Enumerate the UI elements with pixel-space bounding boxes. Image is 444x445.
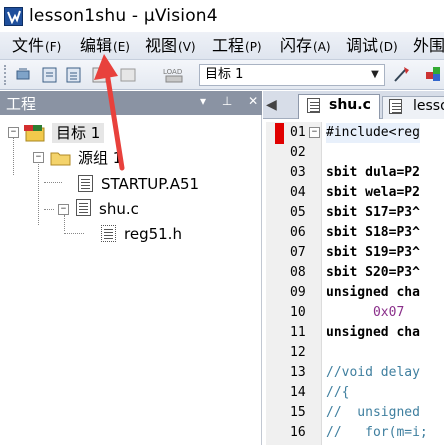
code-line: sbit S18=P3^ [326,225,420,240]
menu-debug[interactable]: 调试(D) [346,35,398,57]
line-number: 11 [290,325,306,340]
line-number: 03 [290,165,306,180]
project-panel-title: 工程 [6,95,37,113]
svg-text:LOAD: LOAD [163,68,182,76]
rebuild-icon[interactable] [64,65,84,85]
project-tree: − 目标 1 − 源组 1 STARTUP.A51 − shu.c reg51.… [0,115,262,445]
code-line: sbit S20=P3^ [326,265,420,280]
asm-file-icon [78,175,93,192]
collapse-toggle-shu[interactable]: − [58,204,69,215]
menu-file[interactable]: 文件(F) [12,35,61,57]
code-line: //void delay [326,365,420,380]
code-line: sbit S19=P3^ [326,245,420,260]
target-options-icon[interactable] [392,64,412,84]
target-label: 目标 1 [205,67,244,82]
code-line: unsigned cha [326,285,420,300]
current-line-marker [275,123,284,144]
line-number: 05 [290,205,306,220]
line-number: 08 [290,265,306,280]
code-line: // unsigned [326,405,420,420]
line-number: 14 [290,385,306,400]
tab-label: lesso [413,98,444,114]
code-line: //{ [326,385,350,400]
tree-item-reg51[interactable]: reg51.h [124,224,182,244]
batch-build-icon[interactable] [90,65,110,85]
load-icon[interactable]: LOAD [160,65,190,85]
build-icon[interactable] [40,65,60,85]
collapse-toggle-group[interactable]: − [33,152,44,163]
line-number: 12 [290,345,306,360]
collapse-toggle-target[interactable]: − [8,127,19,138]
target-icon [24,125,45,142]
code-line: 0x07 [326,305,405,320]
menu-flash[interactable]: 闪存(A) [280,35,331,57]
panel-controls[interactable]: ▾ ⊥ ✕ [200,94,264,108]
menu-peripherals[interactable]: 外围 [413,35,444,57]
code-line: sbit dula=P2 [326,165,420,180]
tab-lesson[interactable]: lesso [382,96,444,119]
line-number: 13 [290,365,306,380]
tab-scroll-icon[interactable]: ◀ [266,97,277,113]
tab-shu-c[interactable]: shu.c [298,94,380,119]
menu-edit[interactable]: 编辑(E) [80,35,130,57]
menu-project[interactable]: 工程(P) [212,35,262,57]
line-number: 01 [290,125,306,140]
toolbar-grip[interactable] [4,65,8,85]
line-number: 16 [290,425,306,440]
window-title: lesson1shu - µVision4 [29,6,218,26]
c-file-icon [307,98,320,113]
translate-icon[interactable] [14,65,34,85]
tree-item-target[interactable]: 目标 1 [52,123,105,143]
tree-item-shu-c[interactable]: shu.c [99,199,139,219]
stop-build-icon[interactable] [118,65,138,85]
line-number: 15 [290,405,306,420]
uvision-app-icon[interactable] [4,7,23,26]
code-line: #include<reg [326,123,420,143]
line-number: 06 [290,225,306,240]
line-number: 10 [290,305,306,320]
tab-label: shu.c [329,97,371,113]
line-number: 07 [290,245,306,260]
file-icon [389,99,402,114]
line-number: 09 [290,285,306,300]
c-file-icon [76,199,91,216]
code-line: // for(m=i; [326,425,428,440]
tree-item-startup[interactable]: STARTUP.A51 [101,174,199,194]
code-line: sbit wela=P2 [326,185,420,200]
chevron-down-icon[interactable]: ▼ [367,66,383,84]
line-number: 04 [290,185,306,200]
code-line: sbit S17=P3^ [326,205,420,220]
tree-item-source-group[interactable]: 源组 1 [78,148,122,168]
folder-icon [50,152,71,166]
menu-view[interactable]: 视图(V) [145,35,196,57]
header-file-icon [101,225,116,242]
menu-bar: 文件(F) 编辑(E) 视图(V) 工程(P) 闪存(A) 调试(D) 外围 [0,32,444,60]
line-number: 02 [290,145,306,160]
manage-components-icon[interactable] [424,64,444,84]
code-line: unsigned cha [326,325,420,340]
